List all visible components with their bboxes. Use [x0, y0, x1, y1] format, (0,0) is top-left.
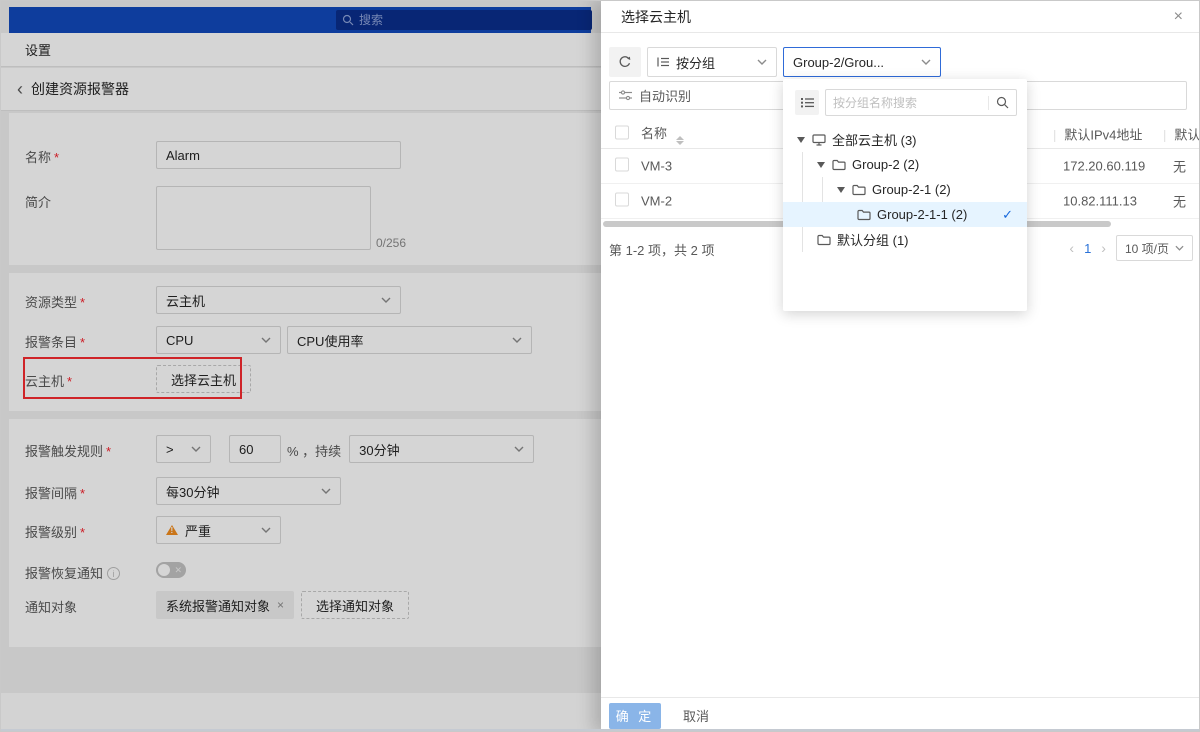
close-icon[interactable]: ×: [1174, 9, 1183, 25]
group-search-input[interactable]: [833, 96, 963, 110]
tree-item[interactable]: Group-2-1-1 (2) ✓: [783, 202, 1027, 227]
folder-icon: [832, 159, 846, 171]
vm-extra: 无: [1173, 157, 1186, 176]
vm-icon: [812, 134, 826, 146]
tree-item-label: Group-2-1-1 (2): [877, 207, 967, 222]
list-collapse-icon: [801, 97, 814, 108]
vm-name: VM-2: [641, 194, 672, 209]
select-vm-drawer: 选择云主机 × 按分组 Group-2/Grou...: [601, 1, 1200, 732]
chevron-down-icon: [921, 59, 931, 65]
search-mode-label: 自动识别: [639, 86, 691, 105]
column-header-extra: |默认: [1163, 125, 1200, 144]
folder-icon: [852, 184, 866, 196]
folder-icon: [817, 234, 831, 246]
tree-item-label: Group-2-1 (2): [872, 182, 951, 197]
tree-list-icon: [657, 56, 670, 68]
page-number[interactable]: 1: [1084, 241, 1091, 256]
select-all-checkbox[interactable]: [615, 126, 629, 140]
drawer-header: 选择云主机 ×: [601, 1, 1200, 33]
prev-page-icon[interactable]: ‹: [1069, 240, 1074, 256]
tree-item[interactable]: Group-2-1 (2): [783, 177, 1027, 202]
tree-item-label: 全部云主机 (3): [832, 130, 917, 149]
folder-icon: [857, 209, 871, 221]
search-icon[interactable]: [996, 96, 1009, 109]
tree-item-label: Group-2 (2): [852, 157, 919, 172]
column-header-name[interactable]: 名称: [641, 123, 684, 145]
refresh-icon: [618, 55, 632, 69]
group-select-value: Group-2/Grou...: [793, 55, 884, 70]
drawer-footer: 确 定 取消: [601, 697, 1200, 732]
tree-item[interactable]: 默认分组 (1): [783, 227, 1027, 252]
confirm-button[interactable]: 确 定: [609, 703, 661, 729]
divider: [988, 96, 989, 110]
group-mode-value: 按分组: [676, 53, 715, 72]
app-window: 设置 ‹ 创建资源报警器 名称* Alarm 简介 0/256 资源类型* 云主…: [0, 0, 1200, 732]
column-header-ipv4: |默认IPv4地址: [1053, 125, 1142, 144]
group-mode-select[interactable]: 按分组: [647, 47, 777, 77]
sort-icon[interactable]: [676, 136, 684, 145]
next-page-icon[interactable]: ›: [1101, 240, 1106, 256]
refresh-button[interactable]: [609, 47, 641, 77]
pagination: ‹ 1 › 10 项/页: [1069, 235, 1193, 261]
group-select[interactable]: Group-2/Grou...: [783, 47, 941, 77]
vm-name: VM-3: [641, 159, 672, 174]
caret-down-icon[interactable]: [837, 187, 845, 193]
tree-item[interactable]: 全部云主机 (3): [783, 127, 1027, 152]
group-tree: 全部云主机 (3) Group-2 (2) Group-2-1 (2) Group-2…: [783, 127, 1027, 252]
group-search-field[interactable]: [825, 89, 1017, 116]
cancel-button[interactable]: 取消: [683, 706, 709, 725]
group-tree-dropdown: 全部云主机 (3) Group-2 (2) Group-2-1 (2) Group-2…: [783, 79, 1027, 311]
drawer-title: 选择云主机: [621, 7, 691, 27]
tree-item[interactable]: Group-2 (2): [783, 152, 1027, 177]
caret-down-icon[interactable]: [817, 162, 825, 168]
drawer-toolbar: 按分组 Group-2/Grou...: [609, 47, 941, 77]
vm-ipv4: 10.82.111.13: [1063, 194, 1137, 209]
row-checkbox[interactable]: [615, 193, 629, 207]
annotation-highlight-box: [23, 357, 242, 399]
chevron-down-icon: [1175, 245, 1184, 251]
page-size-select[interactable]: 10 项/页: [1116, 235, 1193, 261]
collapse-all-button[interactable]: [795, 90, 819, 115]
chevron-down-icon: [757, 59, 767, 65]
tree-item-label: 默认分组 (1): [837, 230, 909, 249]
filter-icon: [619, 90, 632, 101]
pagination-summary: 第 1-2 项，共 2 项: [609, 240, 714, 259]
check-icon: ✓: [1002, 207, 1013, 223]
vm-ipv4: 172.20.60.119: [1063, 159, 1145, 174]
caret-down-icon[interactable]: [797, 137, 805, 143]
page-size-value: 10 项/页: [1125, 240, 1169, 257]
row-checkbox[interactable]: [615, 158, 629, 172]
vm-extra: 无: [1173, 192, 1186, 211]
